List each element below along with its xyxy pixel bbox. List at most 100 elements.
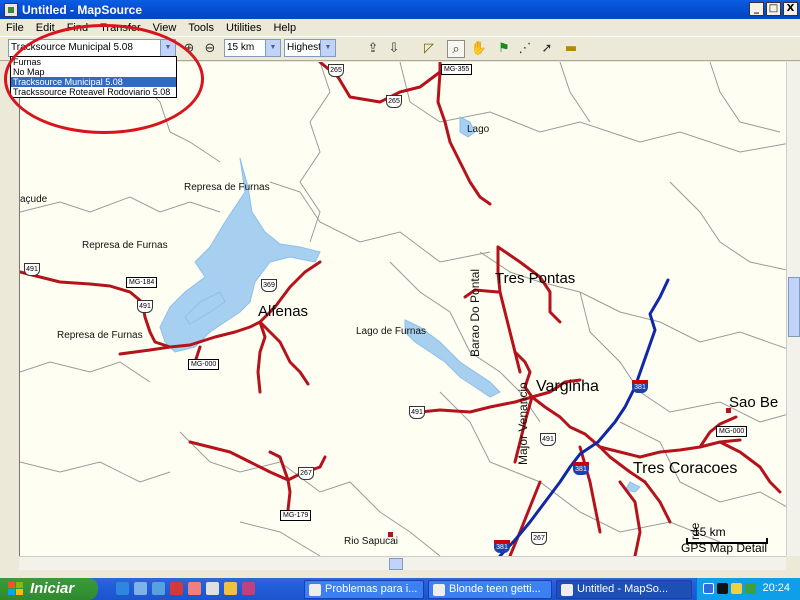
start-label: Iniciar bbox=[30, 580, 75, 597]
browser-icon bbox=[433, 584, 445, 596]
task-label: Untitled - MapSo... bbox=[577, 583, 669, 595]
us-route-shield: 491 bbox=[137, 300, 153, 313]
start-button[interactable]: Iniciar bbox=[0, 578, 98, 600]
route-tool-icon[interactable]: ⋰ bbox=[516, 40, 534, 58]
winamp-quicklaunch-icon[interactable] bbox=[242, 582, 255, 595]
windows-logo-icon bbox=[8, 582, 23, 595]
road-label-major-venancio: Major Venancio bbox=[516, 382, 530, 465]
mapsource-window: Untitled - MapSource _ □ X File Edit Fin… bbox=[0, 0, 800, 578]
city-tres-pontas: Tres Pontas bbox=[495, 270, 576, 287]
media-quicklaunch-icon[interactable] bbox=[152, 582, 165, 595]
interstate-shield: 381 bbox=[632, 380, 648, 393]
map-product-select[interactable]: Tracksource Municipal 5.08 ▼ bbox=[8, 39, 176, 57]
dropdown-option[interactable]: Trackssource Roteavel Rodoviario 5.08 bbox=[11, 87, 176, 97]
us-route-shield: 491 bbox=[24, 263, 40, 276]
zoom-in-icon[interactable]: ⊕ bbox=[180, 40, 198, 58]
desktop-quicklaunch-icon[interactable] bbox=[134, 582, 147, 595]
menu-edit[interactable]: Edit bbox=[30, 22, 61, 34]
menu-tools[interactable]: Tools bbox=[182, 22, 220, 34]
app-quicklaunch-icon[interactable] bbox=[170, 582, 183, 595]
zoom-level-select[interactable]: 15 km ▼ bbox=[224, 39, 281, 57]
task-label: Problemas para i... bbox=[325, 583, 418, 595]
document-icon bbox=[309, 584, 321, 596]
scale-label: 15 km bbox=[693, 525, 726, 539]
interstate-shield: 381 bbox=[573, 462, 589, 475]
dropdown-option-selected[interactable]: Tracksource Municipal 5.08 bbox=[11, 77, 176, 87]
title-bar[interactable]: Untitled - MapSource _ □ X bbox=[0, 0, 800, 19]
vertical-scrollbar[interactable] bbox=[786, 62, 800, 556]
menu-help[interactable]: Help bbox=[267, 22, 302, 34]
chevron-down-icon[interactable]: ▼ bbox=[320, 40, 335, 56]
maximize-button[interactable]: □ bbox=[766, 2, 781, 16]
menu-transfer[interactable]: Transfer bbox=[94, 22, 147, 34]
chevron-down-icon[interactable]: ▼ bbox=[160, 40, 175, 56]
selection-tool-icon[interactable]: ➚ bbox=[538, 40, 556, 58]
state-road-shield: MG-000 bbox=[716, 426, 748, 437]
road-network bbox=[20, 62, 782, 556]
dropdown-option[interactable]: No Map bbox=[11, 67, 176, 77]
region-label-rio-sapucai: Rio Sapucai bbox=[344, 536, 398, 547]
app-tray-icon[interactable] bbox=[717, 583, 728, 594]
vertical-scroll-thumb[interactable] bbox=[788, 277, 800, 337]
us-route-shield: 267 bbox=[298, 467, 314, 480]
mapsource-app-icon bbox=[561, 584, 573, 596]
task-label: Blonde teen getti... bbox=[449, 583, 541, 595]
menu-utilities[interactable]: Utilities bbox=[220, 22, 267, 34]
horizontal-scroll-thumb[interactable] bbox=[389, 558, 403, 570]
map-canvas bbox=[20, 62, 795, 556]
city-sao-be: Sao Be bbox=[729, 394, 779, 411]
close-button[interactable]: X bbox=[783, 2, 798, 16]
measure-tool-icon[interactable]: ▬ bbox=[562, 40, 580, 58]
region-label-furnas-west: Represa de Furnas bbox=[82, 240, 168, 251]
region-label-lago-furnas: Lago de Furnas bbox=[356, 326, 427, 337]
state-road-shield: MG-000 bbox=[188, 359, 220, 370]
copy-to-device-icon[interactable]: ⇪ bbox=[364, 40, 382, 58]
map-view[interactable]: açude Represa de Furnas Represa de Furna… bbox=[19, 62, 795, 556]
interstate-shield: 381 bbox=[494, 540, 510, 553]
zoom-tool-icon[interactable]: ⌕ bbox=[447, 40, 465, 58]
ie-quicklaunch-icon[interactable] bbox=[116, 582, 129, 595]
us-route-shield: 491 bbox=[540, 433, 556, 446]
clock[interactable]: 20:24 bbox=[762, 582, 790, 594]
mail-quicklaunch-icon[interactable] bbox=[206, 582, 219, 595]
dropdown-option[interactable]: Furnas bbox=[11, 57, 176, 67]
us-route-shield: 267 bbox=[531, 532, 547, 545]
state-road-shield: MG-184 bbox=[126, 277, 158, 288]
region-label-furnas-south: Represa de Furnas bbox=[57, 330, 143, 341]
task-problemas[interactable]: Problemas para i... bbox=[304, 580, 424, 599]
receive-from-device-icon[interactable]: ⇩ bbox=[385, 40, 403, 58]
folder-quicklaunch-icon[interactable] bbox=[224, 582, 237, 595]
zoom-level-value: 15 km bbox=[227, 42, 255, 53]
us-route-shield: 265 bbox=[328, 64, 344, 77]
chevron-down-icon[interactable]: ▼ bbox=[265, 40, 280, 56]
region-label-lago: Lago bbox=[467, 124, 490, 135]
minimize-button[interactable]: _ bbox=[749, 2, 764, 16]
city-alfenas: Alfenas bbox=[258, 303, 309, 320]
map-product-dropdown: Furnas No Map Tracksource Municipal 5.08… bbox=[10, 56, 177, 98]
mapsource-app-icon bbox=[4, 2, 18, 17]
menu-view[interactable]: View bbox=[147, 22, 183, 34]
task-browser[interactable]: Blonde teen getti... bbox=[428, 580, 552, 599]
road-label-barao-do-pontal: Barao Do Pontal bbox=[468, 268, 482, 357]
city-tres-coracoes: Tres Coracoes bbox=[633, 460, 738, 477]
left-gutter bbox=[0, 62, 19, 556]
network-tray-icon[interactable] bbox=[731, 583, 742, 594]
help-tray-icon[interactable] bbox=[703, 583, 714, 594]
menu-find[interactable]: Find bbox=[61, 22, 94, 34]
reservoir-water bbox=[159, 116, 641, 493]
region-label-acude: açude bbox=[20, 194, 48, 205]
messenger-quicklaunch-icon[interactable] bbox=[188, 582, 201, 595]
us-route-shield: 491 bbox=[409, 406, 425, 419]
map-product-value: Tracksource Municipal 5.08 bbox=[11, 42, 133, 53]
state-road-shield: MG-355 bbox=[441, 64, 473, 75]
detail-level-select[interactable]: Highest ▼ bbox=[284, 39, 336, 57]
volume-tray-icon[interactable] bbox=[745, 583, 756, 594]
task-mapsource[interactable]: Untitled - MapSo... bbox=[556, 580, 692, 599]
zoom-out-icon[interactable]: ⊖ bbox=[201, 40, 219, 58]
menu-file[interactable]: File bbox=[0, 22, 30, 34]
waypoint-tool-icon[interactable]: ⚑ bbox=[495, 40, 513, 58]
horizontal-scrollbar[interactable] bbox=[19, 556, 786, 570]
map-tool-icon[interactable]: ◸ bbox=[420, 40, 438, 58]
hand-tool-icon[interactable]: ✋ bbox=[470, 40, 488, 58]
map-detail-label: GPS Map Detail bbox=[681, 541, 768, 555]
